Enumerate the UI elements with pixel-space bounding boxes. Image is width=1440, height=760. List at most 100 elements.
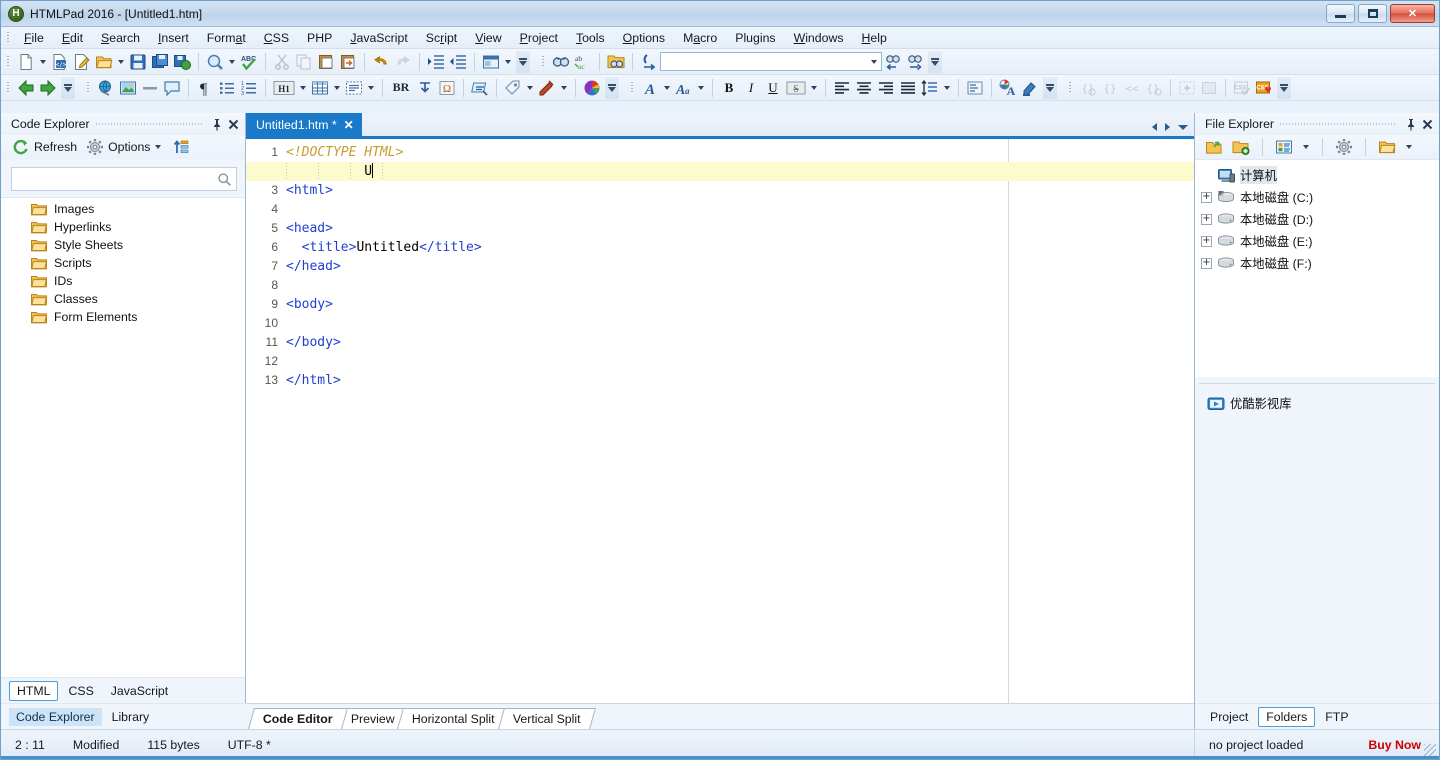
insert-horizontal-rule-button[interactable]	[139, 77, 161, 99]
toolbar-grip-6[interactable]	[1067, 80, 1074, 96]
font-button[interactable]: A	[639, 77, 661, 99]
css-validate-button[interactable]: CSS	[1231, 77, 1253, 99]
menu-item-macro[interactable]: Macro	[674, 29, 726, 47]
menu-item-script[interactable]: Script	[417, 29, 466, 47]
open-file-dropdown-icon[interactable]	[118, 59, 124, 64]
goto-line-button[interactable]	[638, 51, 660, 73]
quick-find-combo[interactable]	[660, 52, 882, 71]
code-line[interactable]: <html>	[246, 181, 1194, 200]
highlight-color-button[interactable]	[1019, 77, 1041, 99]
file-explorer-favorites[interactable]: 优酷影视库	[1195, 384, 1439, 703]
tag-wizard-button[interactable]	[536, 77, 558, 99]
justify-button[interactable]	[897, 77, 919, 99]
new-file-dropdown-icon[interactable]	[40, 59, 46, 64]
expand-toggle-icon[interactable]: +	[1201, 257, 1212, 269]
pin-icon[interactable]	[1403, 116, 1419, 132]
file-explorer-tree[interactable]: 计算机 + 本地磁盘 (C:) + 本地磁盘 (D:) + 本地磁盘 (E:) + 本地磁盘 (…	[1195, 159, 1439, 377]
navigate-back-button[interactable]	[15, 77, 37, 99]
menu-item-css[interactable]: CSS	[255, 29, 298, 47]
menu-item-view[interactable]: View	[466, 29, 510, 47]
css-braces-button[interactable]: {}	[1099, 77, 1121, 99]
tree-item[interactable]: 计算机	[1195, 164, 1439, 186]
menu-item-help[interactable]: Help	[852, 29, 895, 47]
text-color-button[interactable]: A	[997, 77, 1019, 99]
menu-item-file[interactable]: File	[15, 29, 53, 47]
align-left-button[interactable]	[831, 77, 853, 99]
code-editor[interactable]: 12345678910111213 <!DOCTYPE HTML> U<html…	[246, 139, 1194, 703]
color-picker-button[interactable]	[581, 77, 603, 99]
code-explorer-search[interactable]	[11, 167, 237, 191]
quick-find-input[interactable]	[665, 55, 868, 68]
tab-code-explorer[interactable]: Code Explorer	[9, 707, 102, 726]
insert-comment-button[interactable]	[161, 77, 183, 99]
menu-item-options[interactable]: Options	[614, 29, 674, 47]
new-folder-button[interactable]	[1230, 136, 1252, 158]
bold-button[interactable]: B	[718, 77, 740, 99]
background-button[interactable]	[1198, 77, 1220, 99]
insert-table-button[interactable]	[309, 77, 331, 99]
line-break-button[interactable]: BR	[388, 77, 414, 99]
list-item[interactable]: Style Sheets	[1, 236, 245, 254]
toolbar-overflow-6[interactable]	[1277, 76, 1291, 99]
code-line[interactable]	[246, 276, 1194, 295]
toolbar-overflow-2[interactable]	[928, 50, 942, 73]
heading-button[interactable]: H1	[271, 77, 297, 99]
toolbar-overflow-4[interactable]	[605, 76, 619, 99]
redo-button[interactable]	[392, 51, 414, 73]
new-wizard-button[interactable]	[71, 51, 93, 73]
pin-icon[interactable]	[209, 116, 225, 132]
favorite-item[interactable]: 优酷影视库	[1201, 392, 1439, 414]
code-line[interactable]: </body>	[246, 333, 1194, 352]
options-dropdown-icon[interactable]	[155, 145, 162, 149]
save-all-button[interactable]	[149, 51, 171, 73]
undo-button[interactable]	[370, 51, 392, 73]
menu-item-search[interactable]: Search	[92, 29, 149, 47]
paste-button[interactable]	[315, 51, 337, 73]
toolbar-grip-3[interactable]	[5, 80, 12, 96]
find-next-button[interactable]	[904, 51, 926, 73]
document-tab-untitled1[interactable]: Untitled1.htm * ✕	[246, 113, 362, 136]
code-line[interactable]	[246, 314, 1194, 333]
toolbar-overflow-3[interactable]	[61, 76, 75, 99]
list-item[interactable]: Hyperlinks	[1, 218, 245, 236]
paste-special-button[interactable]	[337, 51, 359, 73]
favorites-dropdown-icon[interactable]	[1406, 145, 1412, 149]
expand-toggle-icon[interactable]: +	[1201, 235, 1212, 247]
menu-item-plugins[interactable]: Plugins	[726, 29, 784, 47]
find-in-files-button[interactable]	[605, 51, 627, 73]
close-icon[interactable]	[1419, 116, 1435, 132]
line-spacing-button[interactable]	[919, 77, 941, 99]
tab-scroll-right-icon[interactable]	[1165, 123, 1170, 131]
font-dropdown-icon[interactable]	[664, 85, 670, 90]
menu-grip[interactable]	[5, 30, 12, 46]
find-button[interactable]	[550, 51, 572, 73]
align-right-button[interactable]	[875, 77, 897, 99]
toolbar-grip-4[interactable]	[85, 80, 92, 96]
close-button[interactable]: ✕	[1390, 4, 1435, 23]
underline-button[interactable]: U	[762, 77, 784, 99]
line-spacing-dropdown-icon[interactable]	[944, 85, 950, 90]
code-line[interactable]: </head>	[246, 257, 1194, 276]
find-previous-button[interactable]	[882, 51, 904, 73]
close-icon[interactable]	[225, 116, 241, 132]
resize-grip[interactable]	[1424, 744, 1436, 756]
css-expand-all-button[interactable]: {}	[1143, 77, 1165, 99]
options-button[interactable]: Options	[83, 137, 167, 157]
menu-item-tools[interactable]: Tools	[567, 29, 614, 47]
open-file-button[interactable]	[93, 51, 115, 73]
menu-item-javascript[interactable]: JavaScript	[341, 29, 416, 47]
tab-horizontal-split[interactable]: Horizontal Split	[397, 708, 511, 729]
expand-toggle-icon[interactable]: +	[1201, 213, 1212, 225]
preview-button[interactable]	[204, 51, 226, 73]
expand-toggle-icon[interactable]: +	[1201, 191, 1212, 203]
list-item[interactable]: Form Elements	[1, 308, 245, 326]
tab-folders[interactable]: Folders	[1258, 706, 1316, 727]
code-line[interactable]: U	[246, 162, 1194, 181]
strikethrough-dropdown-icon[interactable]	[811, 85, 817, 90]
insert-form-button[interactable]	[343, 77, 365, 99]
list-item[interactable]: Scripts	[1, 254, 245, 272]
table-dropdown-icon[interactable]	[334, 85, 340, 90]
heading-dropdown-icon[interactable]	[300, 85, 306, 90]
buy-now-link[interactable]: Buy Now	[1368, 738, 1421, 752]
toolbar-grip-2[interactable]	[540, 54, 547, 70]
